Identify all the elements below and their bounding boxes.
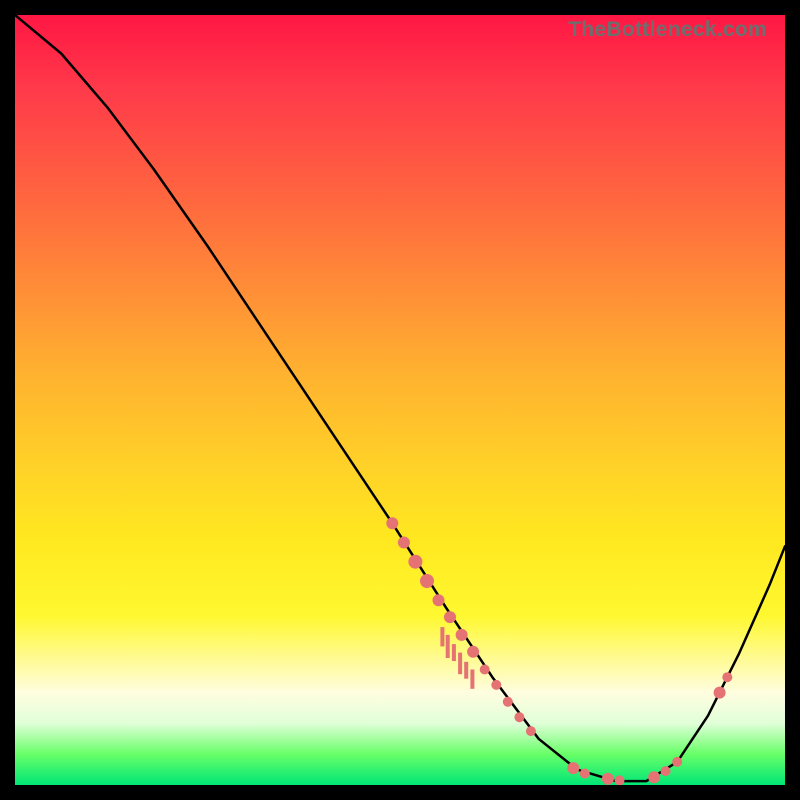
data-point-descending [503, 697, 513, 707]
data-point-descending [408, 555, 422, 569]
chart-container: TheBottleneck.com [0, 0, 800, 800]
data-point-descending [444, 611, 456, 623]
data-point-valley [615, 775, 625, 785]
data-point-descending [433, 594, 445, 606]
mini-bar-icon [452, 644, 456, 661]
data-point-descending [491, 680, 501, 690]
data-point-descending [514, 712, 524, 722]
mini-bar-icon [440, 627, 444, 646]
plot-background-gradient: TheBottleneck.com [15, 15, 785, 785]
data-point-ascending [722, 672, 732, 682]
data-point-descending [386, 517, 398, 529]
data-point-descending [456, 629, 468, 641]
bottleneck-curve [15, 15, 785, 781]
mini-bar-icon [458, 653, 462, 675]
data-point-valley [602, 773, 614, 785]
data-point-descending [480, 665, 490, 675]
mini-bar-icon [470, 670, 474, 689]
mini-bar-icon [446, 635, 450, 658]
data-point-descending [420, 574, 434, 588]
data-point-descending [398, 537, 410, 549]
data-point-valley [661, 766, 671, 776]
data-point-valley [567, 762, 579, 774]
data-point-descending [467, 646, 479, 658]
data-point-descending [526, 726, 536, 736]
chart-overlay-svg [15, 15, 785, 785]
data-point-valley [672, 757, 682, 767]
mini-bar-icon [464, 662, 468, 679]
data-point-ascending [714, 687, 726, 699]
data-point-valley [580, 769, 590, 779]
data-point-valley [648, 771, 660, 783]
